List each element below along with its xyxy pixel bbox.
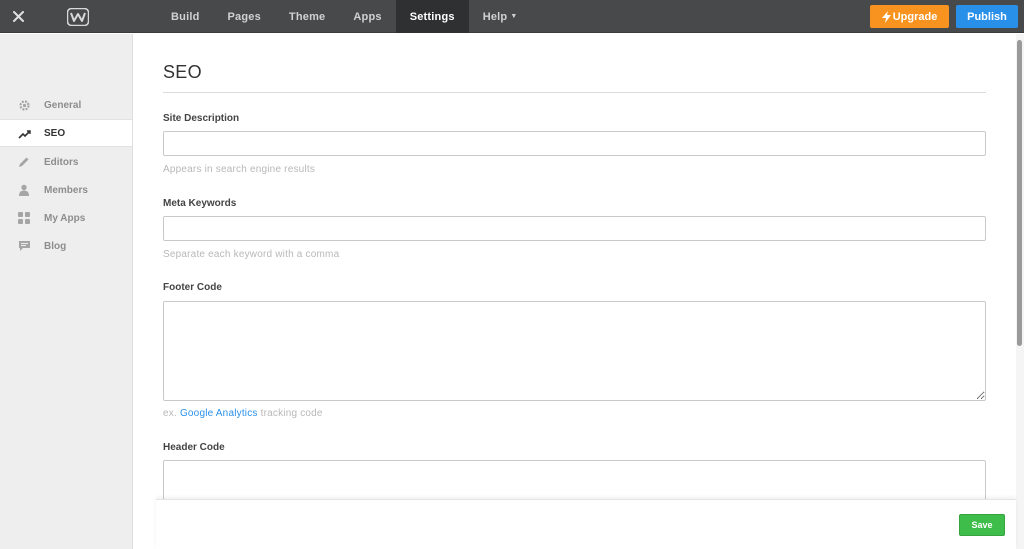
settings-content: SEO Site Description Appears in search e… — [134, 34, 1014, 549]
chevron-down-icon: ▼ — [510, 13, 518, 20]
site-description-hint: Appears in search engine results — [163, 164, 316, 175]
sidebar-item-label: My Apps — [44, 212, 86, 224]
site-description-input[interactable] — [163, 131, 986, 156]
save-label: Save — [971, 520, 993, 530]
nav-theme-label: Theme — [288, 10, 326, 23]
trend-icon — [17, 127, 31, 141]
footer-code-textarea[interactable] — [163, 301, 986, 401]
close-icon — [12, 11, 24, 22]
meta-keywords-input[interactable] — [163, 216, 986, 241]
footer-code-hint-suffix: tracking code — [260, 408, 323, 419]
google-analytics-link[interactable]: Google Analytics — [180, 408, 258, 419]
publish-button[interactable]: Publish — [956, 5, 1018, 28]
publish-label: Publish — [967, 10, 1007, 23]
footer-code-label: Footer Code — [163, 282, 222, 293]
meta-keywords-hint: Separate each keyword with a comma — [163, 249, 340, 260]
sidebar-item-seo[interactable]: SEO — [0, 119, 132, 147]
sidebar-item-blog[interactable]: Blog — [0, 232, 132, 260]
nav-help[interactable]: Help ▼ — [469, 0, 532, 33]
page-title: SEO — [163, 62, 202, 82]
nav-apps[interactable]: Apps — [339, 0, 395, 33]
weebly-logo-icon — [67, 8, 89, 26]
footer-code-hint-prefix: ex. — [163, 408, 177, 419]
grid-icon — [17, 211, 31, 225]
sidebar-item-label: Members — [44, 184, 88, 196]
sidebar-item-members[interactable]: Members — [0, 176, 132, 204]
scrollbar-thumb[interactable] — [1017, 40, 1022, 346]
nav-apps-label: Apps — [353, 10, 382, 23]
pencil-icon — [17, 155, 31, 169]
nav-theme[interactable]: Theme — [275, 0, 339, 33]
top-bar: Build Pages Theme Apps Settings Help ▼ Up… — [0, 0, 1024, 33]
title-divider — [163, 92, 986, 93]
save-button[interactable]: Save — [959, 514, 1005, 536]
nav-build[interactable]: Build — [157, 0, 214, 33]
settings-sidebar: General SEO Editors Members My Apps Blog — [0, 34, 133, 549]
upgrade-button[interactable]: Upgrade — [870, 5, 949, 28]
scrollbar[interactable] — [1016, 34, 1024, 549]
sidebar-item-editors[interactable]: Editors — [0, 148, 132, 176]
nav-build-label: Build — [171, 10, 200, 23]
nav-pages-label: Pages — [227, 10, 261, 23]
close-button[interactable] — [0, 0, 36, 33]
sidebar-item-general[interactable]: General — [0, 91, 132, 119]
header-code-label: Header Code — [163, 442, 225, 453]
meta-keywords-label: Meta Keywords — [163, 198, 237, 209]
sidebar-item-my-apps[interactable]: My Apps — [0, 204, 132, 232]
person-icon — [17, 183, 31, 197]
save-bar: Save — [156, 499, 1016, 549]
site-description-label: Site Description — [163, 113, 240, 124]
sidebar-item-label: Blog — [44, 240, 67, 252]
upgrade-label: Upgrade — [892, 10, 938, 23]
comment-icon — [17, 239, 31, 253]
nav-settings-label: Settings — [409, 10, 455, 23]
sidebar-item-label: General — [44, 99, 82, 111]
weebly-logo[interactable] — [66, 7, 90, 27]
nav-pages[interactable]: Pages — [214, 0, 275, 33]
gear-icon — [17, 98, 31, 112]
sidebar-item-label: Editors — [44, 156, 79, 168]
nav-help-label: Help — [482, 10, 508, 23]
lightning-icon — [881, 10, 891, 23]
sidebar-item-label: SEO — [44, 127, 66, 139]
nav-settings[interactable]: Settings — [395, 0, 469, 33]
main-nav: Build Pages Theme Apps Settings Help ▼ — [157, 0, 531, 33]
footer-code-hint: ex. Google Analytics tracking code — [163, 408, 323, 419]
